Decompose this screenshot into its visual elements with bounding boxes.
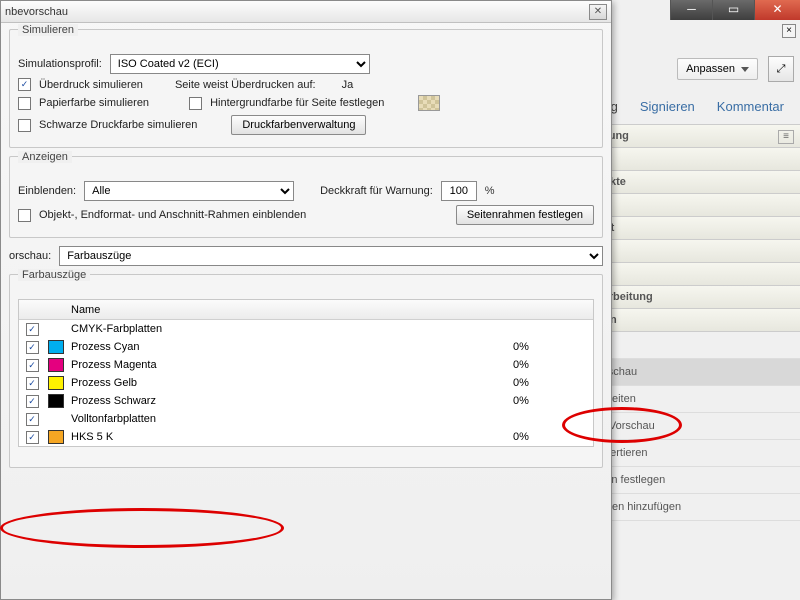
anpassen-label: Anpassen: [686, 63, 735, 75]
papierfarbe-label: Papierfarbe simulieren: [39, 97, 149, 109]
tab-signieren[interactable]: Signieren: [632, 94, 703, 119]
panel-close-icon[interactable]: ×: [782, 24, 796, 38]
col-name-header: Name: [67, 304, 513, 316]
minimize-button[interactable]: ─: [670, 0, 712, 20]
rahmen-label: Objekt-, Endformat- und Anschnitt-Rahmen…: [39, 209, 306, 221]
separation-name: Prozess Magenta: [67, 359, 513, 371]
separation-row[interactable]: CMYK-Farbplatten: [19, 320, 593, 338]
separation-name: Prozess Schwarz: [67, 395, 513, 407]
group-simulieren-title: Simulieren: [18, 24, 78, 36]
color-swatch: [48, 430, 64, 444]
separation-checkbox[interactable]: [26, 323, 39, 336]
chevron-down-icon: [741, 67, 749, 72]
separation-pct: 0%: [513, 377, 593, 389]
einblenden-select[interactable]: Alle: [84, 181, 294, 201]
separation-name: Volltonfarbplatten: [67, 413, 513, 425]
separation-row[interactable]: Volltonfarbplatten: [19, 410, 593, 428]
simulationsprofil-label: Simulationsprofil:: [18, 58, 102, 70]
papierfarbe-checkbox[interactable]: [18, 97, 31, 110]
separation-checkbox[interactable]: [26, 359, 39, 372]
separation-row[interactable]: HKS 5 K0%: [19, 428, 593, 446]
group-farbauszuege: Farbauszüge Name CMYK-FarbplattenProzess…: [9, 274, 603, 468]
ueberdruck-checkbox[interactable]: [18, 78, 31, 91]
separation-pct: 0%: [513, 395, 593, 407]
simulationsprofil-select[interactable]: ISO Coated v2 (ECI): [110, 54, 370, 74]
hgfarbe-label: Hintergrundfarbe für Seite festlegen: [210, 97, 384, 109]
separation-row[interactable]: Prozess Schwarz0%: [19, 392, 593, 410]
schwarz-label: Schwarze Druckfarbe simulieren: [39, 119, 197, 131]
dialog-close-button[interactable]: ✕: [589, 4, 607, 20]
separation-checkbox[interactable]: [26, 395, 39, 408]
separation-name: Prozess Gelb: [67, 377, 513, 389]
deckkraft-input[interactable]: [441, 181, 477, 201]
schwarz-checkbox[interactable]: [18, 119, 31, 132]
color-swatch: [48, 376, 64, 390]
hgfarbe-swatch[interactable]: [418, 95, 440, 111]
group-simulieren: Simulieren Simulationsprofil: ISO Coated…: [9, 29, 603, 148]
pct-label: %: [485, 185, 495, 197]
einblenden-label: Einblenden:: [18, 185, 76, 197]
separation-row[interactable]: Prozess Cyan0%: [19, 338, 593, 356]
seite-weist-value: Ja: [342, 79, 354, 91]
ueberdruck-label: Überdruck simulieren: [39, 79, 143, 91]
dialog-titlebar[interactable]: nbevorschau ✕: [1, 1, 611, 23]
deckkraft-label: Deckkraft für Warnung:: [320, 185, 433, 197]
maximize-button[interactable]: ▭: [712, 0, 754, 20]
group-farbauszuege-title: Farbauszüge: [18, 269, 90, 281]
color-swatch: [48, 358, 64, 372]
separation-row[interactable]: Prozess Gelb0%: [19, 374, 593, 392]
gear-icon[interactable]: ≡: [778, 130, 794, 144]
separation-name: CMYK-Farbplatten: [67, 323, 513, 335]
window-close-button[interactable]: ✕: [754, 0, 800, 20]
separation-pct: 0%: [513, 359, 593, 371]
separation-checkbox[interactable]: [26, 413, 39, 426]
window-controls: ─ ▭ ✕: [670, 0, 800, 20]
separation-pct: 0%: [513, 341, 593, 353]
vorschau-label: orschau:: [9, 250, 51, 262]
group-anzeigen-title: Anzeigen: [18, 151, 72, 163]
ausgabevorschau-dialog: nbevorschau ✕ Simulieren Simulationsprof…: [0, 0, 612, 600]
group-anzeigen: Anzeigen Einblenden: Alle Deckkraft für …: [9, 156, 603, 238]
seite-weist-label: Seite weist Überdrucken auf:: [175, 79, 316, 91]
tabs-row: ndig Signieren Kommentar: [585, 94, 792, 119]
separation-checkbox[interactable]: [26, 341, 39, 354]
expand-button[interactable]: ⤢: [768, 56, 794, 82]
seitenrahmen-button[interactable]: Seitenrahmen festlegen: [456, 205, 594, 225]
separation-pct: 0%: [513, 431, 593, 443]
color-swatch: [48, 340, 64, 354]
hgfarbe-checkbox[interactable]: [189, 97, 202, 110]
tab-kommentar[interactable]: Kommentar: [709, 94, 792, 119]
druckfarbenverwaltung-button[interactable]: Druckfarbenverwaltung: [231, 115, 366, 135]
separation-checkbox[interactable]: [26, 377, 39, 390]
separation-name: Prozess Cyan: [67, 341, 513, 353]
vorschau-select[interactable]: Farbauszüge: [59, 246, 603, 266]
separation-row[interactable]: Prozess Magenta0%: [19, 356, 593, 374]
separation-checkbox[interactable]: [26, 431, 39, 444]
rahmen-checkbox[interactable]: [18, 209, 31, 222]
separations-table: Name CMYK-FarbplattenProzess Cyan0%Proze…: [18, 299, 594, 447]
expand-icon: ⤢: [777, 63, 786, 76]
anpassen-dropdown[interactable]: Anpassen: [677, 58, 758, 80]
separation-name: HKS 5 K: [67, 431, 513, 443]
dialog-title: nbevorschau: [5, 6, 589, 18]
color-swatch: [48, 394, 64, 408]
